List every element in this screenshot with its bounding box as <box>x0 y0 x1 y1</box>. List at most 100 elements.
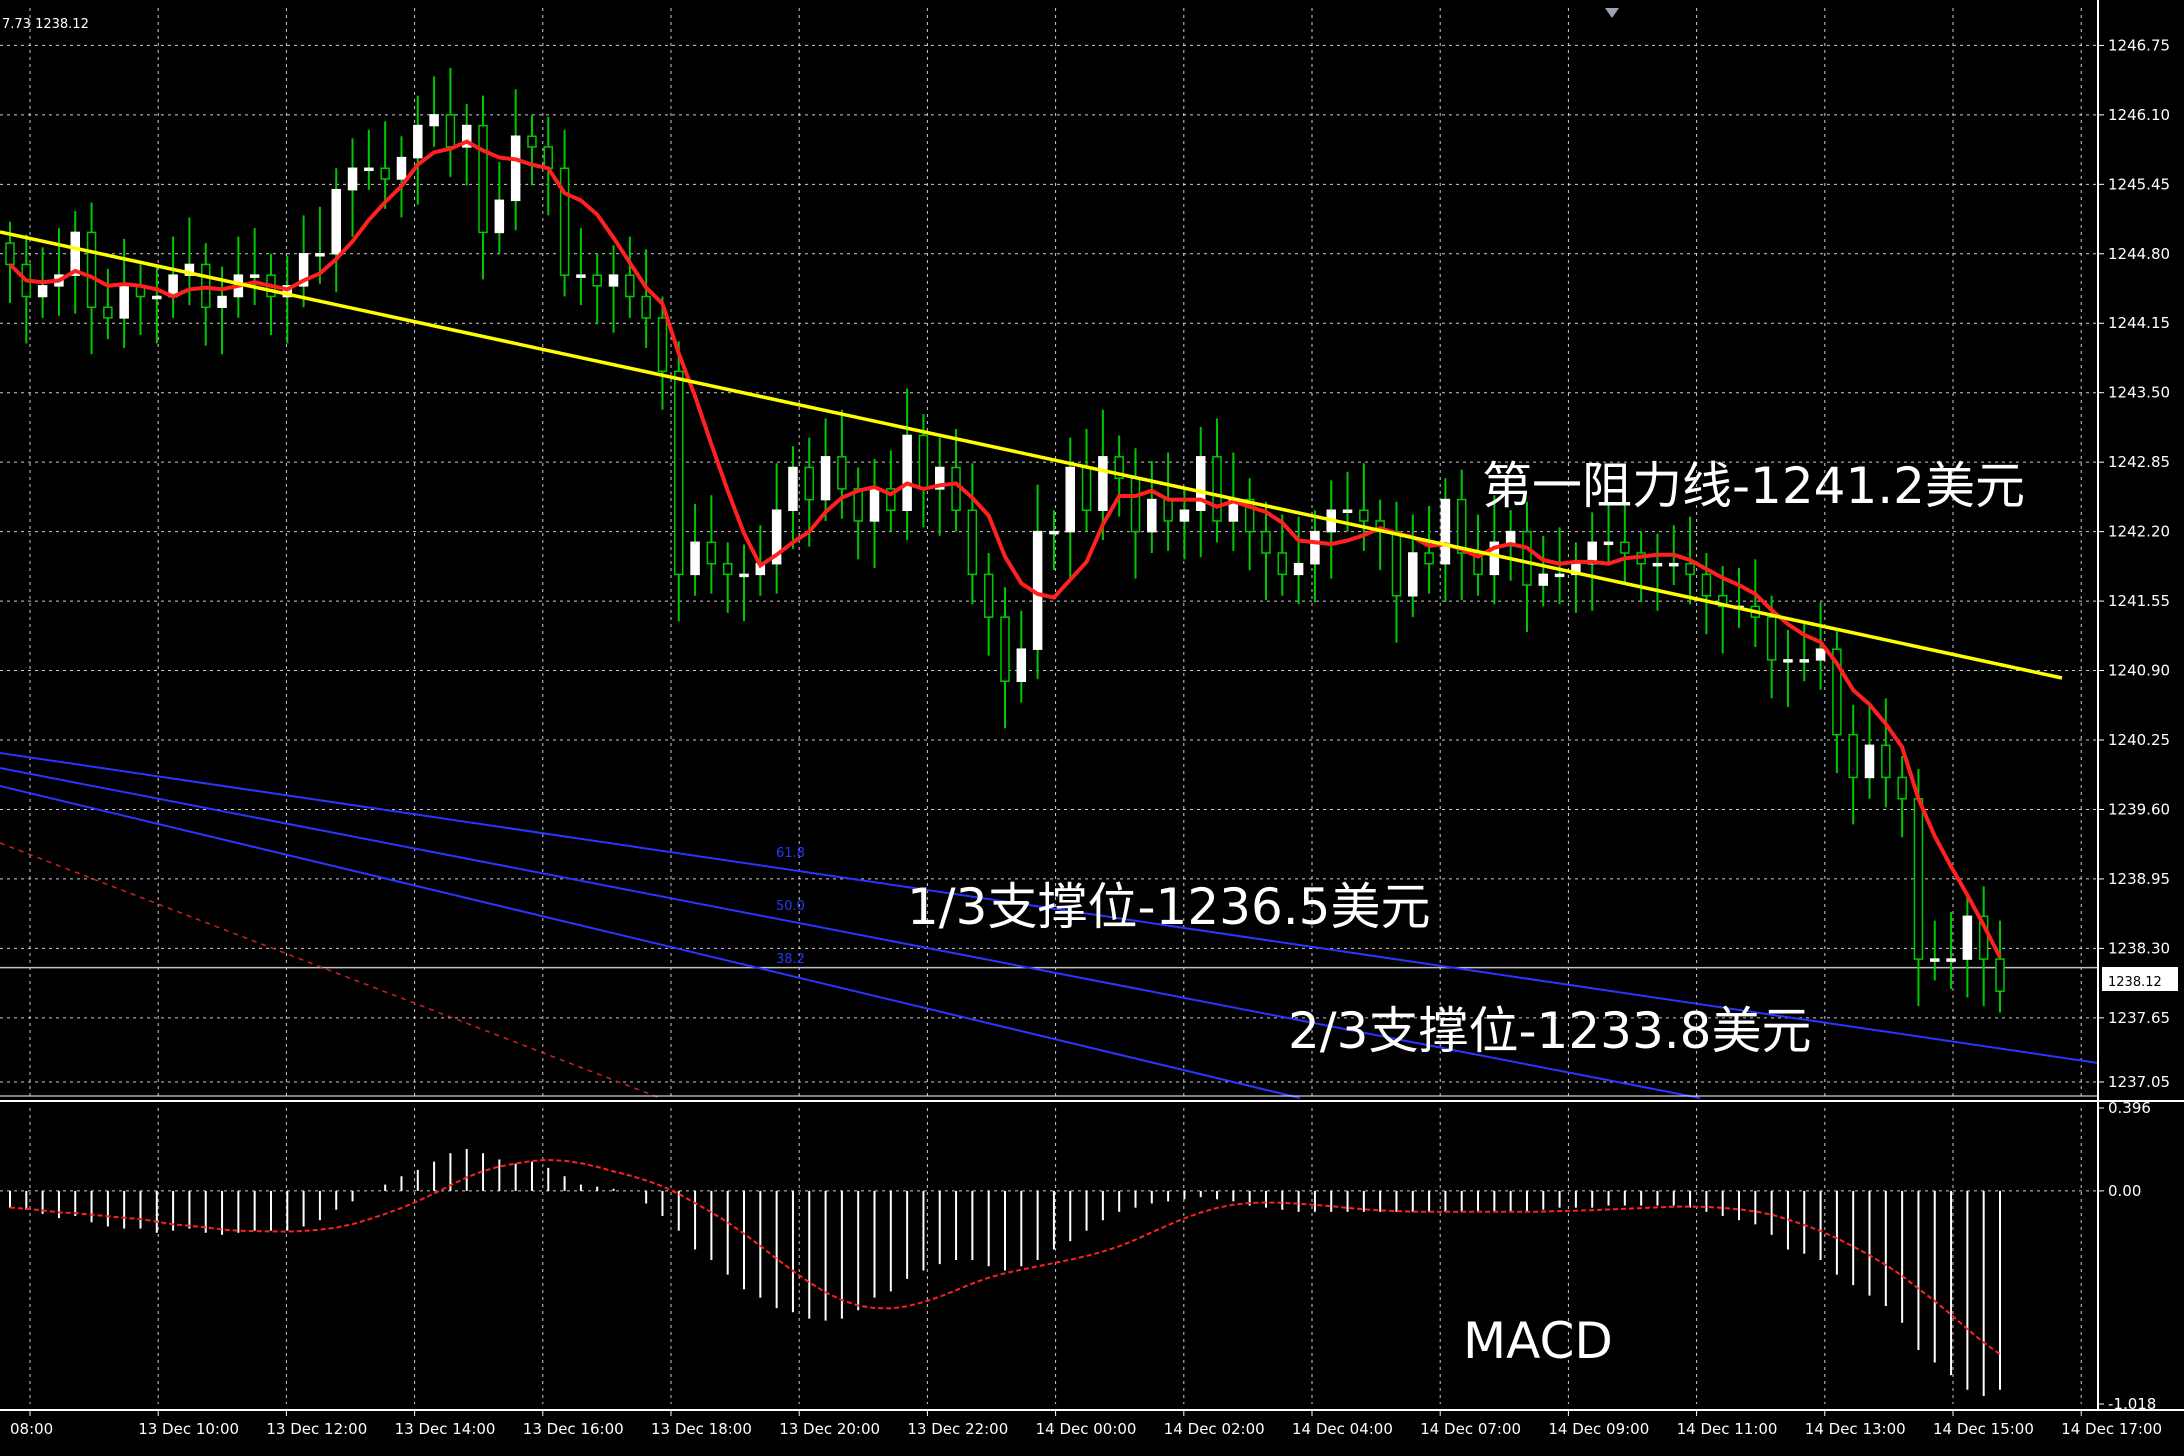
candle-body <box>608 274 619 287</box>
candle-body <box>1391 530 1402 597</box>
candle-body <box>1652 562 1663 567</box>
candle-body <box>543 146 554 170</box>
support1-annotation: 1/3支撑位-1236.5美元 <box>907 878 1430 936</box>
candle-body <box>249 274 260 278</box>
candle-body <box>1995 958 2005 992</box>
macd-tick-label: 0.00 <box>2108 1182 2141 1200</box>
candle-body <box>722 562 733 576</box>
price-tick-label: 1240.90 <box>2108 662 2170 680</box>
ohlc-readout: 7.73 1238.12 <box>2 17 89 32</box>
candle-body <box>510 135 521 202</box>
candle-body <box>103 306 113 319</box>
fib-label-500: 50.0 <box>776 899 805 914</box>
candle-body <box>1913 798 1924 960</box>
candle-body <box>1603 541 1614 546</box>
candle-body <box>1440 498 1451 565</box>
candle-body <box>1554 573 1565 578</box>
candle-body <box>1962 915 1973 960</box>
time-tick-label: 13 Dec 14:00 <box>395 1420 496 1438</box>
fib-label-618: 61.8 <box>776 846 805 861</box>
candle-body <box>690 541 700 576</box>
current-price-label: 1238.12 <box>2108 975 2162 990</box>
candle-body <box>592 274 602 287</box>
candle-body <box>1310 530 1320 565</box>
candle-body <box>347 167 358 191</box>
candle-body <box>1212 456 1222 522</box>
price-tick-label: 1237.65 <box>2108 1009 2170 1027</box>
candle-body <box>1685 562 1695 576</box>
candle-body <box>1163 498 1173 522</box>
candle-body <box>1783 659 1793 663</box>
candle-body <box>902 434 912 512</box>
time-tick-label: 14 Dec 02:00 <box>1164 1420 1265 1438</box>
candle-body <box>1408 552 1418 597</box>
candle-body <box>869 488 880 522</box>
candle-body <box>918 434 929 490</box>
price-tick-label: 1245.45 <box>2108 175 2170 193</box>
time-tick-label: 13 Dec 18:00 <box>651 1420 752 1438</box>
candle-body <box>315 253 325 257</box>
candle-body <box>1000 616 1010 682</box>
price-tick-label: 1238.30 <box>2108 939 2170 957</box>
candle-body <box>1946 958 1956 962</box>
price-tick-label: 1238.95 <box>2108 870 2170 888</box>
price-tick-label: 1240.25 <box>2108 731 2170 749</box>
candle-body <box>5 242 15 266</box>
price-tick-label: 1243.50 <box>2108 384 2170 402</box>
candle-body <box>217 295 227 308</box>
price-tick-label: 1242.85 <box>2108 453 2170 471</box>
candle-body <box>1538 573 1549 586</box>
candle-body <box>1179 509 1190 522</box>
time-tick-label: 14 Dec 09:00 <box>1548 1420 1649 1438</box>
candle-body <box>1701 573 1712 597</box>
candle-body <box>657 317 668 373</box>
candle-body <box>1261 530 1271 554</box>
candle-body <box>625 274 635 298</box>
candle-body <box>559 167 570 276</box>
candle-body <box>86 231 97 308</box>
candle-body <box>1848 733 1858 779</box>
time-tick-label: 14 Dec 13:00 <box>1805 1420 1906 1438</box>
price-tick-label: 1242.20 <box>2108 523 2170 541</box>
candle-body <box>1277 552 1288 576</box>
candle-body <box>1864 744 1875 779</box>
macd-label: MACD <box>1463 1312 1613 1370</box>
price-chart: 08:00 13 Dec 10:00 13 Dec 12:00 13 Dec 14:0… <box>0 0 2184 1456</box>
candle-body <box>364 167 374 172</box>
time-tick-label: 13 Dec 10:00 <box>138 1420 239 1438</box>
candle-body <box>1620 541 1630 554</box>
price-tick-label: 1246.10 <box>2108 106 2170 124</box>
price-tick-label: 1246.75 <box>2108 36 2170 54</box>
candle-body <box>445 114 456 148</box>
candle-body <box>494 199 505 234</box>
time-tick-label: 14 Dec 07:00 <box>1420 1420 1521 1438</box>
candle-body <box>951 466 961 512</box>
candle-body <box>1359 509 1369 522</box>
candle-body <box>1049 530 1059 535</box>
price-tick-label: 1244.80 <box>2108 245 2170 263</box>
candle-body <box>37 285 48 298</box>
candle-body <box>706 541 717 565</box>
candle-body <box>1897 776 1907 800</box>
candle-body <box>1424 552 1434 565</box>
candle-body <box>1130 477 1141 533</box>
time-tick-label: 14 Dec 17:00 <box>2061 1420 2162 1438</box>
candle-body <box>1065 466 1075 533</box>
candle-body <box>804 466 815 501</box>
candle-body <box>429 114 439 127</box>
candle-body <box>70 231 80 276</box>
candle-body <box>1081 466 1092 512</box>
candle-body <box>1815 648 1826 661</box>
candle-body <box>527 135 537 148</box>
candle-body <box>1342 509 1353 514</box>
candle-body <box>1930 958 1940 962</box>
time-tick-label: 13 Dec 22:00 <box>907 1420 1008 1438</box>
candle-body <box>820 456 831 501</box>
candle-body <box>1016 648 1027 682</box>
time-tick-label: 14 Dec 15:00 <box>1933 1420 2034 1438</box>
time-tick-label: 08:00 <box>10 1420 53 1438</box>
time-tick-label: 13 Dec 20:00 <box>779 1420 880 1438</box>
resistance-annotation: 第一阻力线-1241.2美元 <box>1482 457 2025 515</box>
candle-body <box>119 285 129 319</box>
time-tick-label: 14 Dec 00:00 <box>1036 1420 1137 1438</box>
